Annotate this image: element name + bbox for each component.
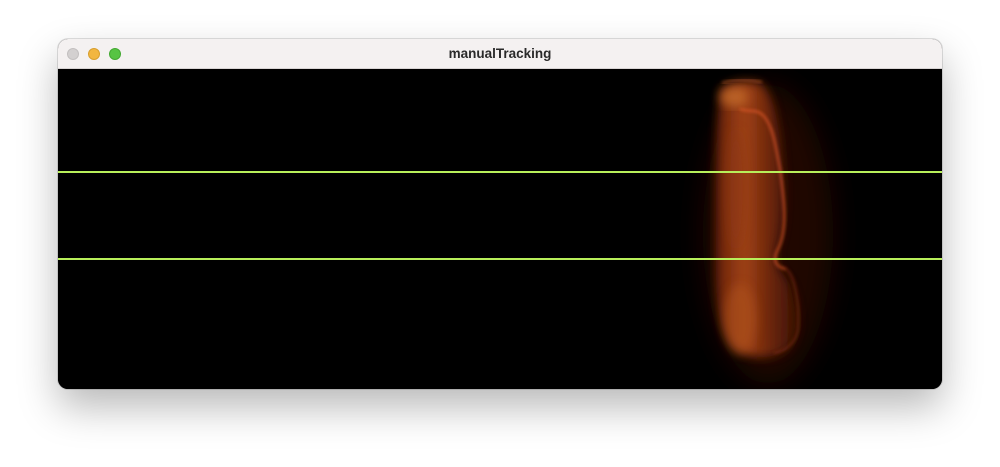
title-bar[interactable]: manualTracking [58, 39, 942, 69]
tracking-canvas[interactable] [58, 69, 942, 389]
image-viewport[interactable] [58, 69, 942, 389]
app-window: manualTracking [58, 39, 942, 389]
window-title: manualTracking [448, 46, 552, 61]
